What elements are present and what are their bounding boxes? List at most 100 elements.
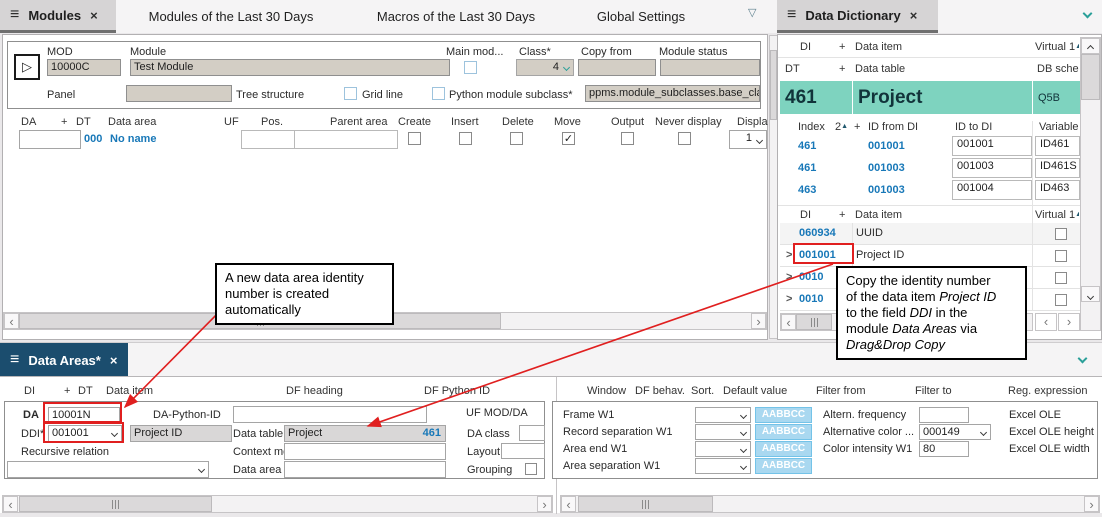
recursive-relation-dropdown[interactable] xyxy=(7,461,209,478)
index-header[interactable]: Index xyxy=(798,121,825,133)
scroll-down-button[interactable] xyxy=(1081,286,1100,302)
area-end-color-chip[interactable]: AABBCC xyxy=(755,441,812,457)
scroll-thumb[interactable] xyxy=(1081,54,1100,100)
virtual-checkbox[interactable] xyxy=(1055,294,1067,306)
index-value[interactable]: 461 xyxy=(798,140,816,152)
df-behav-header[interactable]: DF behav. xyxy=(635,385,685,397)
tab-data-dictionary[interactable]: ≡ Data Dictionary × xyxy=(777,0,938,33)
sort-header[interactable]: Sort. xyxy=(691,385,714,397)
data-item-header[interactable]: Data item xyxy=(855,41,902,53)
col-display[interactable]: Displa xyxy=(737,116,768,128)
tab-modules-last-30-days[interactable]: Modules of the Last 30 Days xyxy=(116,0,346,32)
main-mod-checkbox[interactable] xyxy=(464,61,477,74)
expand-icon[interactable]: > xyxy=(786,293,792,305)
di-header[interactable]: DI xyxy=(800,209,811,221)
col-dt[interactable]: DT xyxy=(76,116,91,128)
variable-header[interactable]: Variable xyxy=(1039,121,1079,133)
delete-checkbox[interactable] xyxy=(510,132,523,145)
mod-field[interactable]: 10000C xyxy=(47,59,121,76)
data-table-header[interactable]: Data table xyxy=(855,63,905,75)
col-never-display[interactable]: Never display xyxy=(655,116,722,128)
da-python-id-field[interactable] xyxy=(233,406,427,423)
filter-to-header[interactable]: Filter to xyxy=(915,385,952,397)
expand-icon[interactable]: > xyxy=(786,271,792,283)
plus-icon[interactable]: + xyxy=(64,385,70,397)
display-dropdown[interactable]: 1 xyxy=(729,130,767,149)
virtual-header[interactable]: Virtual 1▲ xyxy=(1035,41,1079,53)
hamburger-icon[interactable]: ≡ xyxy=(10,351,19,369)
index-value[interactable]: 463 xyxy=(798,184,816,196)
area-separation-color-chip[interactable]: AABBCC xyxy=(755,458,812,474)
grouping-checkbox[interactable] xyxy=(525,463,537,475)
id-to-cell[interactable]: 001001 xyxy=(952,136,1032,156)
col-insert[interactable]: Insert xyxy=(451,116,479,128)
variable-cell[interactable]: ID463 xyxy=(1035,180,1080,200)
id-to-di-header[interactable]: ID to DI xyxy=(955,121,992,133)
context-menu-field[interactable] xyxy=(284,443,446,460)
col-output[interactable]: Output xyxy=(611,116,644,128)
hamburger-icon[interactable]: ≡ xyxy=(10,6,19,24)
data-areas-right-hscrollbar[interactable]: ‹ › xyxy=(560,495,1100,513)
dt-value[interactable]: 000 xyxy=(84,133,102,145)
di-header[interactable]: DI xyxy=(800,41,811,53)
sort-order[interactable]: 2▲ xyxy=(835,121,848,133)
class-dropdown[interactable]: 4 xyxy=(516,59,574,76)
col-data-area[interactable]: Data area xyxy=(108,116,156,128)
plus-icon[interactable]: + xyxy=(839,63,845,75)
module-status-field[interactable] xyxy=(660,59,760,76)
selected-table-id[interactable]: 461 xyxy=(780,81,852,114)
default-value-header[interactable]: Default value xyxy=(723,385,787,397)
plus-icon[interactable]: + xyxy=(839,41,845,53)
scroll-left-button[interactable]: ‹ xyxy=(561,496,576,512)
expand-icon[interactable]: > xyxy=(786,249,792,261)
item-name[interactable]: Project ID xyxy=(856,249,904,261)
scroll-thumb[interactable] xyxy=(796,314,832,330)
id-from-value[interactable]: 001003 xyxy=(868,184,905,196)
frame-w1-dropdown[interactable] xyxy=(695,407,751,423)
virtual-header[interactable]: Virtual 1▲ xyxy=(1035,209,1079,221)
item-name[interactable]: UUID xyxy=(856,227,883,239)
scroll-thumb[interactable] xyxy=(19,496,212,512)
col-da[interactable]: DA xyxy=(21,116,36,128)
copy-from-field[interactable] xyxy=(578,59,656,76)
record-separation-color-chip[interactable]: AABBCC xyxy=(755,424,812,440)
da-grid-field[interactable] xyxy=(19,130,81,149)
id-from-value[interactable]: 001003 xyxy=(868,162,905,174)
dd-vscrollbar[interactable] xyxy=(1080,37,1101,331)
tab-modules[interactable]: ≡ Modules × xyxy=(0,0,116,33)
window-header[interactable]: Window xyxy=(587,385,626,397)
output-checkbox[interactable] xyxy=(621,132,634,145)
tab-macros-last-30-days[interactable]: Macros of the Last 30 Days xyxy=(346,0,566,32)
run-module-button[interactable]: ▷ xyxy=(14,54,40,80)
data-area-field[interactable] xyxy=(284,461,446,478)
module-field[interactable]: Test Module xyxy=(130,59,450,76)
scroll-left-button[interactable]: ‹ xyxy=(4,313,19,329)
selected-table-schema[interactable]: Q5B xyxy=(1033,81,1080,114)
dt-header[interactable]: DT xyxy=(78,385,93,397)
grid-line-checkbox[interactable] xyxy=(344,87,357,100)
pos-cell[interactable] xyxy=(241,130,295,149)
da-class-field[interactable] xyxy=(519,425,545,441)
pager-right-button[interactable]: › xyxy=(1058,313,1080,331)
dt-header[interactable]: DT xyxy=(785,63,800,75)
python-subclass-field[interactable]: ppms.module_subclasses.base_clas xyxy=(585,85,760,102)
df-python-id-header[interactable]: DF Python ID xyxy=(424,385,490,397)
close-icon[interactable]: × xyxy=(110,353,118,368)
col-parent-area[interactable]: Parent area xyxy=(330,116,387,128)
never-display-checkbox[interactable] xyxy=(678,132,691,145)
scroll-thumb[interactable] xyxy=(578,496,713,512)
panel-field[interactable] xyxy=(126,85,232,102)
di-value[interactable]: 0010 xyxy=(799,293,823,305)
di-value[interactable]: 0010 xyxy=(799,271,823,283)
hamburger-icon[interactable]: ≡ xyxy=(787,6,796,24)
virtual-checkbox[interactable] xyxy=(1055,228,1067,240)
insert-checkbox[interactable] xyxy=(459,132,472,145)
data-item-header[interactable]: Data item xyxy=(855,209,902,221)
parent-area-cell[interactable] xyxy=(294,130,398,149)
data-area-name[interactable]: No name xyxy=(110,133,156,145)
data-item-header[interactable]: Data item xyxy=(106,385,153,397)
id-from-di-header[interactable]: ID from DI xyxy=(868,121,918,133)
scroll-left-button[interactable]: ‹ xyxy=(781,314,796,330)
scroll-right-button[interactable]: › xyxy=(1084,496,1099,512)
di-value[interactable]: 060934 xyxy=(799,227,836,239)
